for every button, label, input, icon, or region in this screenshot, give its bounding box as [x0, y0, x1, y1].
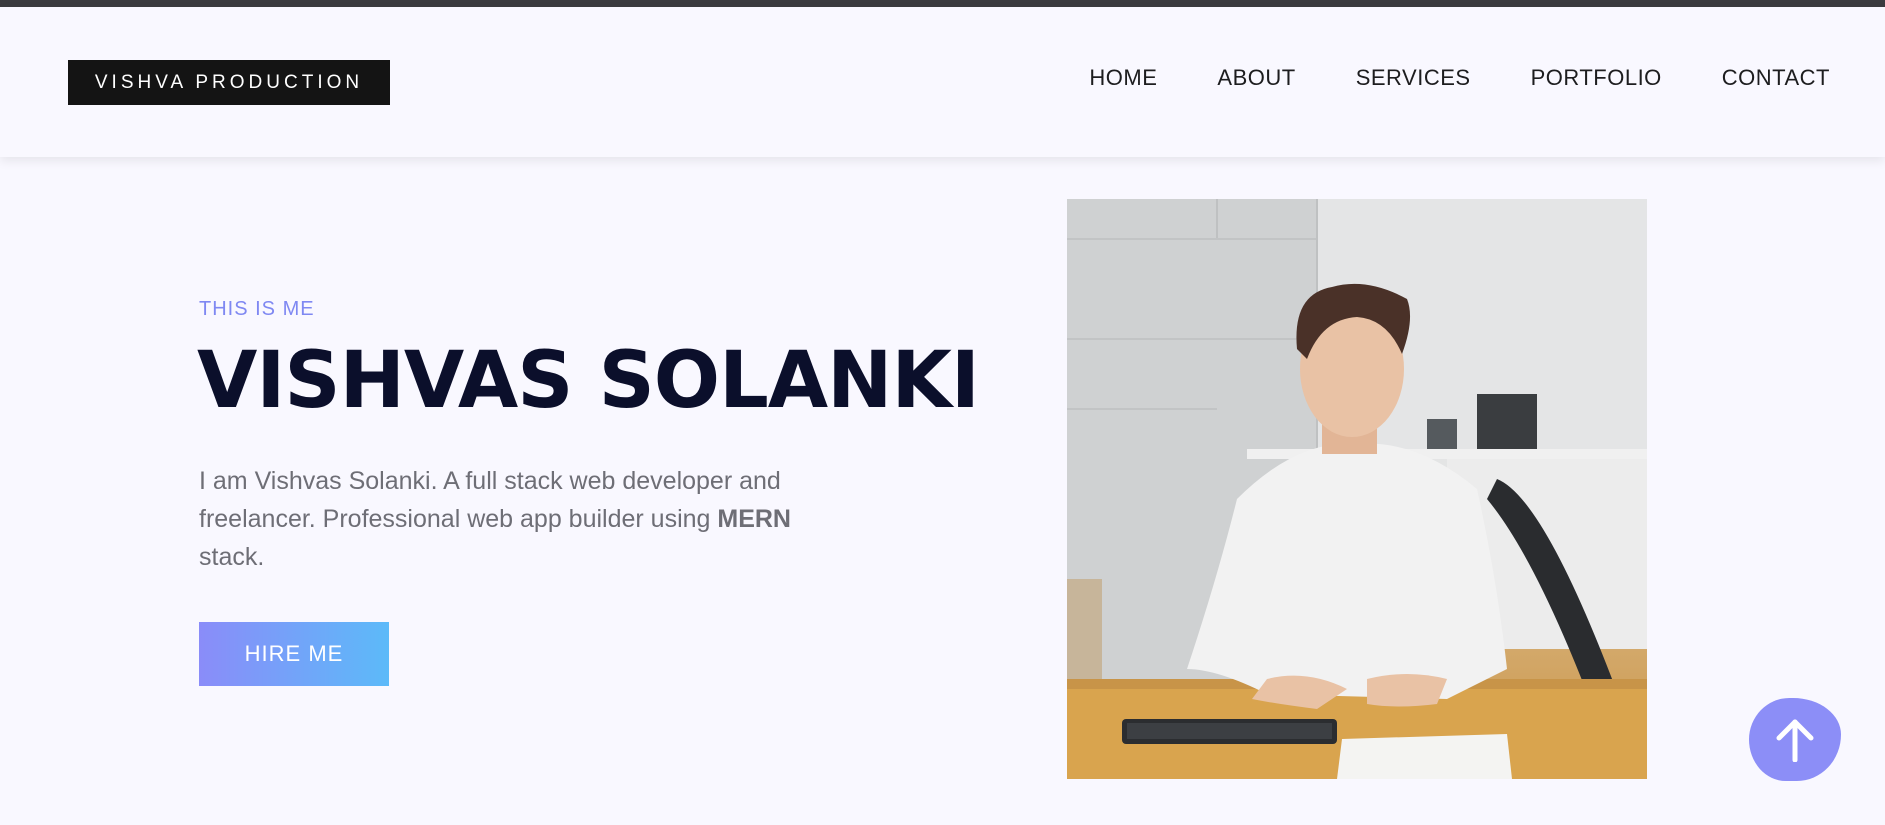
site-header: VISHVA PRODUCTION HOME ABOUT SERVICES PO…	[0, 7, 1885, 157]
bio-highlight: MERN	[717, 505, 791, 533]
bio-text: I am Vishvas Solanki. A full stack web d…	[199, 467, 781, 533]
profile-photo-illustration	[1067, 199, 1647, 779]
scroll-to-top-button[interactable]	[1749, 698, 1841, 781]
hire-me-button[interactable]: HIRE ME	[199, 622, 389, 686]
bio-text-end: stack.	[199, 543, 265, 571]
profile-photo	[1067, 199, 1647, 779]
nav-contact[interactable]: CONTACT	[1722, 65, 1830, 91]
arrow-up-icon	[1776, 719, 1814, 762]
nav-portfolio[interactable]: PORTFOLIO	[1531, 65, 1662, 91]
nav-services[interactable]: SERVICES	[1356, 65, 1471, 91]
top-accent-bar	[0, 0, 1885, 7]
site-logo[interactable]: VISHVA PRODUCTION	[68, 60, 390, 105]
hero-bio: I am Vishvas Solanki. A full stack web d…	[199, 462, 819, 576]
hero-name: VISHVAS SOLANKI	[197, 336, 980, 426]
nav-about[interactable]: ABOUT	[1217, 65, 1295, 91]
nav-home[interactable]: HOME	[1089, 65, 1157, 91]
main-nav: HOME ABOUT SERVICES PORTFOLIO CONTACT	[1089, 65, 1830, 91]
hero-eyebrow: THIS IS ME	[199, 298, 315, 320]
